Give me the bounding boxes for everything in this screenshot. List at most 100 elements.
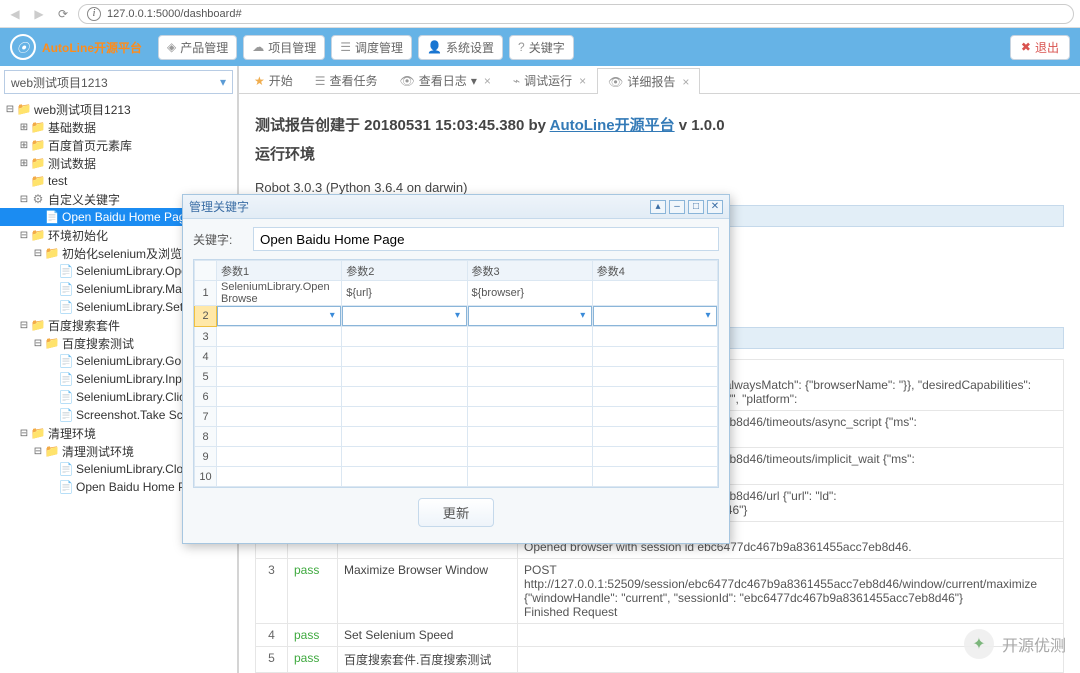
tab-tasks[interactable]: ☰查看任务 — [304, 67, 389, 93]
env-title: 运行环境 — [255, 143, 1064, 164]
tree-node[interactable]: ⊟📁web测试项目1213 — [0, 100, 237, 118]
close-icon[interactable]: × — [682, 75, 689, 89]
expand-toggle-icon[interactable]: ⊞ — [18, 122, 30, 133]
tab-start[interactable]: ★开始 — [243, 67, 304, 93]
dialog-body: 关键字: 参数1 参数2 参数3 参数4 1 SeleniumLibrary.O… — [183, 219, 729, 543]
param2-combo[interactable]: ▾ — [342, 306, 466, 326]
grid-row[interactable]: 7 — [195, 407, 718, 427]
list-icon: ☰ — [340, 40, 351, 54]
expand-toggle-icon[interactable]: ⊞ — [18, 158, 30, 169]
param1-input[interactable] — [217, 306, 341, 326]
watermark: ✦ 开源优测 — [964, 629, 1066, 659]
wechat-icon: ✦ — [964, 629, 994, 659]
project-mgmt-button[interactable]: ☁项目管理 — [243, 35, 325, 60]
reload-button[interactable]: ⟳ — [54, 5, 72, 23]
minimize-button[interactable]: – — [669, 200, 685, 214]
expand-toggle-icon[interactable]: ⊟ — [4, 104, 16, 115]
tree-label: 环境初始化 — [48, 227, 108, 244]
grid-row-editing[interactable]: 2 ▾ ▸☁web测试项目1213▸🔧自定义关键字▸📁BuiltIn▸📁Coll… — [195, 306, 718, 327]
update-button[interactable]: 更新 — [418, 498, 495, 527]
grid-row[interactable]: 9 — [195, 447, 718, 467]
tree-label: Open Baidu Home Page — [62, 210, 192, 224]
expand-toggle-icon[interactable]: ⊟ — [18, 230, 30, 241]
project-selector[interactable]: web测试项目1213 ▾ — [4, 70, 233, 94]
param3-combo[interactable]: ▾ — [468, 306, 592, 326]
grid-row[interactable]: 10 — [195, 467, 718, 487]
keyword-cell: Maximize Browser Window — [338, 559, 518, 624]
report-row: 4passSet Selenium Speed — [256, 624, 1064, 647]
close-icon[interactable]: × — [579, 74, 586, 88]
col-param4: 参数4 — [592, 261, 717, 281]
expand-toggle-icon[interactable]: ⊟ — [18, 320, 30, 331]
collapse-button[interactable]: ▴ — [650, 200, 666, 214]
grid-row[interactable]: 3 — [195, 327, 718, 347]
tree-node[interactable]: ⊞📁百度首页元素库 — [0, 136, 237, 154]
close-icon: ✖ — [1021, 40, 1031, 54]
logout-button[interactable]: ✖退出 — [1010, 35, 1070, 60]
expand-toggle-icon[interactable]: ⊟ — [32, 248, 44, 259]
keyword-input[interactable] — [253, 227, 719, 251]
info-icon: i — [87, 7, 101, 21]
dialog-titlebar[interactable]: 管理关键字 ▴ – □ ✕ — [183, 195, 729, 219]
back-button[interactable]: ◀ — [6, 5, 24, 23]
grid-row[interactable]: 5 — [195, 367, 718, 387]
close-button[interactable]: ✕ — [707, 200, 723, 214]
cloud-icon: ☁ — [252, 40, 264, 54]
tree-label: 基础数据 — [48, 119, 96, 136]
expand-toggle-icon[interactable]: ⊟ — [18, 428, 30, 439]
eye-icon: 👁 — [400, 74, 415, 88]
dialog-title: 管理关键字 — [189, 198, 647, 215]
forward-button[interactable]: ▶ — [30, 5, 48, 23]
platform-link[interactable]: AutoLine开源平台 — [550, 117, 675, 134]
tree-node[interactable]: 📁test — [0, 172, 237, 190]
grid-row[interactable]: 1 SeleniumLibrary.Open Browse ${url} ${b… — [195, 281, 718, 306]
tree-node[interactable]: ⊞📁基础数据 — [0, 118, 237, 136]
system-settings-button[interactable]: 👤系统设置 — [418, 35, 503, 60]
browser-chrome: ◀ ▶ ⟳ i 127.0.0.1:5000/dashboard# — [0, 0, 1080, 28]
report-row: 5pass百度搜索套件.百度搜索测试 — [256, 647, 1064, 673]
chevron-down-icon[interactable]: ▾ — [325, 308, 339, 322]
tree-label: test — [48, 174, 67, 188]
chevron-down-icon[interactable]: ▾ — [451, 308, 465, 322]
grid-row[interactable]: 6 — [195, 387, 718, 407]
grid-row[interactable]: 4 — [195, 347, 718, 367]
help-icon: ? — [518, 40, 525, 54]
tree-label: 百度搜索测试 — [62, 335, 134, 352]
col-param3: 参数3 — [467, 261, 592, 281]
expand-toggle-icon[interactable]: ⊟ — [18, 194, 30, 205]
grid-row[interactable]: 8 — [195, 427, 718, 447]
tab-logs[interactable]: 👁查看日志▾× — [389, 67, 502, 93]
chevron-down-icon[interactable]: ▾ — [701, 308, 715, 322]
expand-toggle-icon[interactable]: ⊟ — [32, 446, 44, 457]
tree-node[interactable]: ⊞📁测试数据 — [0, 154, 237, 172]
tab-debug[interactable]: ⌁调试运行× — [502, 67, 597, 93]
tree-label: web测试项目1213 — [34, 101, 131, 118]
maximize-button[interactable]: □ — [688, 200, 704, 214]
chevron-down-icon[interactable]: ▾ — [576, 308, 590, 322]
param4-combo[interactable]: ▾ — [593, 306, 717, 326]
list-icon: ☰ — [315, 74, 326, 88]
tree-label: 自定义关键字 — [48, 191, 120, 208]
keyword-button[interactable]: ?关键字 — [509, 35, 574, 60]
user-icon: 👤 — [427, 40, 442, 54]
close-icon[interactable]: × — [484, 74, 491, 88]
keyword-label: 关键字: — [193, 231, 245, 248]
col-param2: 参数2 — [342, 261, 467, 281]
col-param1: 参数1 — [217, 261, 342, 281]
expand-toggle-icon[interactable]: ⊟ — [32, 338, 44, 349]
tab-report[interactable]: 👁详细报告× — [597, 68, 700, 94]
expand-toggle-icon[interactable]: ⊞ — [18, 140, 30, 151]
app-logo-icon: ⦿ — [10, 34, 36, 60]
chevron-down-icon: ▾ — [471, 74, 477, 88]
tree-label: 清理测试环境 — [62, 443, 134, 460]
schedule-mgmt-button[interactable]: ☰调度管理 — [331, 35, 412, 60]
env-line: Robot 3.0.3 (Python 3.6.4 on darwin) — [255, 180, 1064, 195]
keyword-field-row: 关键字: — [193, 227, 719, 251]
dialog-footer: 更新 — [193, 488, 719, 533]
app-toolbar: ⦿ AutoLine开源平台 ◈产品管理 ☁项目管理 ☰调度管理 👤系统设置 ?… — [0, 28, 1080, 66]
url-bar[interactable]: i 127.0.0.1:5000/dashboard# — [78, 4, 1074, 24]
product-mgmt-button[interactable]: ◈产品管理 — [158, 35, 237, 60]
param1-combo[interactable]: ▾ ▸☁web测试项目1213▸🔧自定义关键字▸📁BuiltIn▸📁Collec… — [217, 306, 341, 326]
manage-keyword-dialog: 管理关键字 ▴ – □ ✕ 关键字: 参数1 参数2 参数3 参数4 — [182, 194, 730, 544]
log-cell: POST http://127.0.0.1:52509/session/ebc6… — [518, 559, 1064, 624]
